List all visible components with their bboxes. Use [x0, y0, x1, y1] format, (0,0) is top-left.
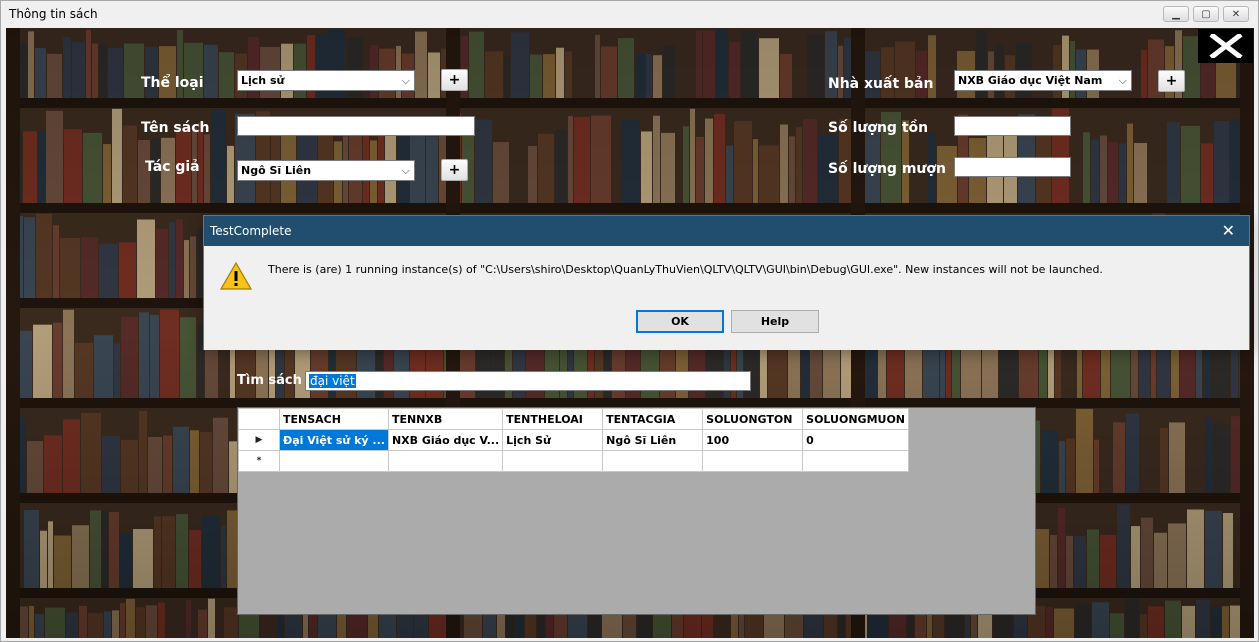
- close-window-button[interactable]: ✕: [1223, 6, 1249, 22]
- main-window: Thông tin sách ▁ ▢ ✕ Thể loại Lịch sử ⌵ …: [0, 0, 1259, 642]
- plus-icon: +: [448, 162, 461, 178]
- new-row-asterisk-icon[interactable]: *: [238, 450, 280, 472]
- title-bar: Thông tin sách ▁ ▢ ✕: [1, 1, 1258, 27]
- table-cell[interactable]: [602, 450, 704, 472]
- column-header[interactable]: TENTHELOAI: [502, 408, 604, 430]
- nxb-combobox[interactable]: NXB Giáo dục Việt Nam ⌵: [954, 70, 1132, 91]
- dialog-title-bar: TestComplete ✕: [204, 216, 1249, 246]
- dialog-title: TestComplete: [210, 224, 292, 238]
- table-cell[interactable]: 100: [702, 429, 804, 451]
- table-row[interactable]: ▶ Đại Việt sử ký ... NXB Giáo dục V... L…: [238, 429, 910, 451]
- ok-label: OK: [671, 315, 689, 328]
- message-dialog: TestComplete ✕ There is (are) 1 running …: [203, 215, 1250, 350]
- close-icon: ✕: [1231, 8, 1241, 20]
- table-cell[interactable]: [387, 450, 504, 472]
- so-luong-ton-input[interactable]: [954, 116, 1071, 136]
- nxb-label: Nhà xuất bản: [828, 76, 934, 92]
- plus-icon: +: [1165, 73, 1178, 89]
- chevron-down-icon: ⌵: [401, 74, 410, 87]
- chevron-down-icon: ⌵: [401, 164, 410, 177]
- minimize-icon: ▁: [1172, 8, 1180, 20]
- tac-gia-label: Tác giả: [145, 159, 200, 175]
- close-form-button[interactable]: [1198, 29, 1253, 63]
- plus-icon: +: [448, 72, 461, 88]
- table-cell[interactable]: 0: [802, 429, 910, 451]
- search-value: đại việt: [309, 374, 356, 388]
- table-cell[interactable]: Đại Việt sử ký ...: [279, 429, 389, 451]
- ten-sach-label: Tên sách: [141, 120, 210, 136]
- table-cell[interactable]: [802, 450, 910, 472]
- help-label: Help: [760, 315, 790, 328]
- minimize-button[interactable]: ▁: [1163, 6, 1189, 22]
- table-header-row: TENSACH TENNXB TENTHELOAI TENTACGIA SOLU…: [238, 408, 910, 430]
- maximize-button[interactable]: ▢: [1193, 6, 1219, 22]
- table-cell[interactable]: NXB Giáo dục V...: [387, 429, 504, 451]
- column-header[interactable]: TENSACH: [279, 408, 389, 430]
- current-row-arrow-icon[interactable]: ▶: [238, 429, 280, 451]
- chevron-down-icon: ⌵: [1118, 74, 1127, 87]
- table-cell[interactable]: [502, 450, 604, 472]
- ok-button[interactable]: OK: [636, 310, 724, 333]
- nxb-value: NXB Giáo dục Việt Nam: [958, 74, 1103, 87]
- column-header[interactable]: SOLUONGTON: [702, 408, 804, 430]
- table-cell[interactable]: [279, 450, 389, 472]
- column-header[interactable]: TENNXB: [387, 408, 504, 430]
- tac-gia-combobox[interactable]: Ngô Sĩ Liên ⌵: [237, 160, 415, 181]
- table-cell[interactable]: Ngô Sĩ Liên: [602, 429, 704, 451]
- table-cell[interactable]: [702, 450, 804, 472]
- help-button[interactable]: Help: [731, 310, 819, 333]
- add-tac-gia-button[interactable]: +: [441, 159, 468, 181]
- dialog-body: There is (are) 1 running instance(s) of …: [204, 246, 1249, 350]
- add-the-loai-button[interactable]: +: [441, 69, 468, 91]
- row-header-corner: [238, 408, 280, 430]
- dialog-close-icon[interactable]: ✕: [1222, 221, 1235, 240]
- new-table-row[interactable]: *: [238, 450, 910, 472]
- so-luong-muon-label: Số lượng mượn: [828, 161, 946, 177]
- window-title: Thông tin sách: [9, 7, 98, 21]
- the-loai-value: Lịch sử: [241, 74, 285, 87]
- column-header[interactable]: TENTACGIA: [602, 408, 704, 430]
- close-x-icon: [1208, 34, 1243, 58]
- tac-gia-value: Ngô Sĩ Liên: [241, 164, 312, 177]
- so-luong-muon-input[interactable]: [954, 157, 1071, 177]
- the-loai-label: Thể loại: [141, 75, 204, 91]
- book-table: TENSACH TENNXB TENTHELOAI TENTACGIA SOLU…: [238, 408, 910, 472]
- maximize-icon: ▢: [1201, 8, 1211, 20]
- table-cell[interactable]: Lịch Sử: [502, 429, 604, 451]
- column-header[interactable]: SOLUONGMUON: [802, 408, 910, 430]
- so-luong-ton-label: Số lượng tồn: [828, 120, 929, 136]
- add-nxb-button[interactable]: +: [1158, 70, 1185, 92]
- the-loai-combobox[interactable]: Lịch sử ⌵: [237, 70, 415, 91]
- search-label: Tìm sách: [237, 373, 302, 388]
- search-input[interactable]: đại việt: [305, 371, 751, 391]
- book-data-grid[interactable]: TENSACH TENNXB TENTHELOAI TENTACGIA SOLU…: [237, 407, 1036, 615]
- warning-icon: [220, 262, 252, 290]
- dialog-message: There is (are) 1 running instance(s) of …: [268, 263, 1103, 276]
- ten-sach-input[interactable]: [237, 116, 475, 136]
